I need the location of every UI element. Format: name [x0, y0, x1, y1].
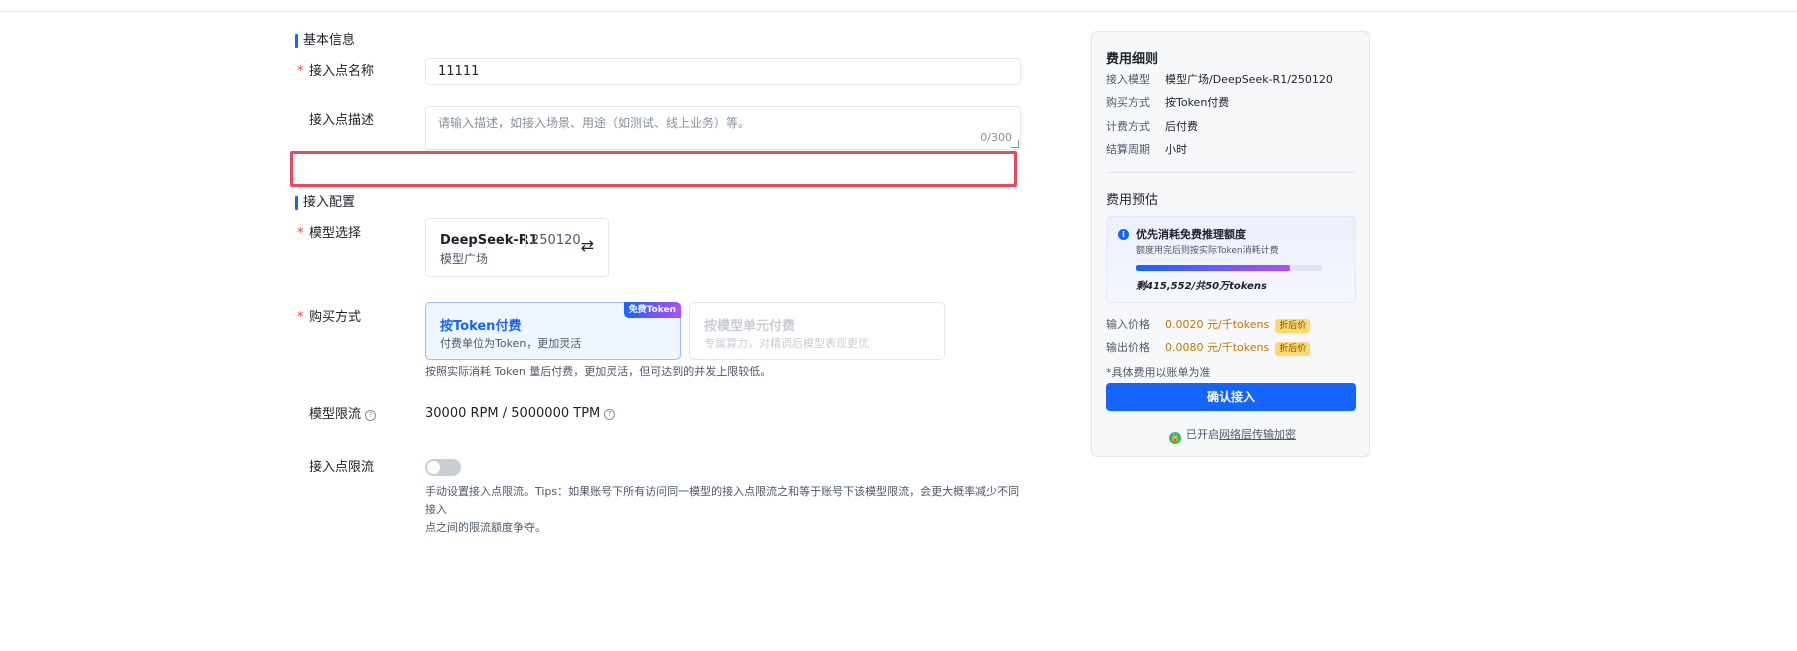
notice-title: 优先消耗免费推理额度: [1136, 228, 1246, 241]
output-price-value: 0.0080 元/千tokens: [1165, 341, 1270, 354]
model-version: 250120: [531, 233, 581, 248]
model-rate-limit-value-row: 30000 RPM / 5000000 TPM?: [425, 406, 616, 421]
fee-row-key: 结算周期: [1106, 143, 1150, 156]
model-name: DeepSeek-R1: [440, 233, 538, 248]
fee-row: 计费方式 后付费: [1106, 120, 1198, 134]
lock-icon: 🔒: [1169, 432, 1181, 444]
top-header-bar: [0, 0, 1797, 12]
notice-desc: 额度用完后则按实际Token消耗计费: [1136, 246, 1279, 256]
endpoint-name-label: 接入点名称: [309, 64, 375, 79]
fee-row-value: 小时: [1165, 143, 1187, 156]
fee-row: 购买方式 按Token付费: [1106, 96, 1229, 110]
input-price-value: 0.0020 元/千tokens: [1165, 318, 1270, 331]
fee-row-value: 后付费: [1165, 120, 1198, 133]
fee-row-key: 接入模型: [1106, 73, 1150, 86]
endpoint-desc-label: 接入点描述: [309, 113, 375, 128]
purchase-option-model-unit[interactable]: 按模型单元付费 专属算力，对精调后模型表现更优: [689, 302, 945, 360]
fee-panel: 费用细则 接入模型 模型广场/DeepSeek-R1/250120 购买方式 按To…: [1091, 31, 1370, 457]
endpoint-rate-limit-label: 接入点限流: [309, 460, 375, 475]
secure-transport-link[interactable]: 网络层传输加密: [1219, 428, 1296, 441]
model-rate-limit-value: 30000 RPM / 5000000 TPM: [425, 406, 601, 421]
endpoint-desc-textarea[interactable]: 请输入描述，如接入场景、用途（如测试、线上业务）等。 0/300: [425, 106, 1021, 150]
model-source: 模型广场: [440, 252, 489, 266]
option-desc: 专属算力，对精调后模型表现更优: [704, 337, 869, 350]
discount-tag: 折后价: [1275, 319, 1311, 333]
required-mark: *: [297, 226, 304, 241]
fee-detail-title: 费用细则: [1106, 52, 1159, 67]
purchase-option-token[interactable]: 按Token付费 付费单位为Token，更加灵活 免费Token: [425, 302, 681, 360]
desc-char-counter: 0/300: [980, 131, 1012, 144]
model-select-card[interactable]: DeepSeek-R1 250120 模型广场 ⇄: [425, 218, 609, 277]
endpoint-rate-limit-hint: 手动设置接入点限流。Tips：如果账号下所有访问同一模型的接入点限流之和等于账号…: [425, 483, 1025, 537]
purchase-hint: 按照实际消耗 Token 量后付费，更加灵活，但可达到的并发上限较低。: [425, 365, 772, 378]
secure-transport-row: 🔒 已开启网络层传输加密: [1169, 426, 1296, 444]
model-rate-limit-label: 模型限流: [309, 407, 362, 422]
resize-handle-icon[interactable]: [1011, 140, 1019, 148]
fee-estimate-title: 费用预估: [1106, 193, 1159, 208]
endpoint-rate-limit-toggle[interactable]: [425, 459, 461, 476]
input-price-label: 输入价格: [1106, 318, 1150, 331]
free-quota-notice: i 优先消耗免费推理额度 额度用完后则按实际Token消耗计费 剩415,552…: [1106, 216, 1356, 303]
hint-line: 手动设置接入点限流。Tips：如果账号下所有访问同一模型的接入点限流之和等于账号…: [425, 485, 1020, 516]
confirm-endpoint-button[interactable]: 确认接入: [1106, 383, 1356, 411]
quota-progress-fill: [1136, 265, 1291, 271]
option-desc: 付费单位为Token，更加灵活: [440, 337, 582, 350]
purchase-method-label: 购买方式: [309, 310, 362, 325]
highlight-box: [290, 151, 1017, 187]
divider: [1106, 172, 1355, 173]
help-icon[interactable]: ?: [604, 409, 616, 420]
swap-icon[interactable]: ⇄: [581, 238, 594, 254]
input-price-row: 输入价格 0.0020 元/千tokens 折后价: [1106, 317, 1311, 333]
required-mark: *: [297, 64, 304, 79]
output-price-label: 输出价格: [1106, 341, 1150, 354]
hint-line: 点之间的限流额度争夺。: [425, 521, 546, 534]
section-endpoint-config: 接入配置: [295, 195, 355, 211]
fee-row: 接入模型 模型广场/DeepSeek-R1/250120: [1106, 73, 1333, 87]
endpoint-name-input[interactable]: 11111: [425, 58, 1021, 85]
output-price-row: 输出价格 0.0080 元/千tokens 折后价: [1106, 340, 1311, 356]
desc-placeholder: 请输入描述，如接入场景、用途（如测试、线上业务）等。: [438, 116, 751, 130]
fee-row-key: 购买方式: [1106, 96, 1150, 109]
quota-remaining-text: 剩415,552/共50万tokens: [1136, 281, 1267, 292]
fee-row-key: 计费方式: [1106, 120, 1150, 133]
section-basic-info: 基本信息: [295, 33, 355, 49]
required-mark: *: [297, 310, 304, 325]
model-select-label: 模型选择: [309, 226, 362, 241]
fee-row: 结算周期 小时: [1106, 143, 1187, 157]
free-token-badge: 免费Token: [623, 302, 681, 318]
secure-prefix: 已开启: [1186, 428, 1219, 441]
option-title: 按模型单元付费: [704, 319, 796, 334]
quota-progress-bar: [1136, 265, 1322, 271]
fee-row-value: 按Token付费: [1165, 96, 1230, 109]
billing-note: *具体费用以账单为准: [1106, 366, 1211, 379]
discount-tag: 折后价: [1275, 342, 1311, 356]
model-rate-limit-label-row: 模型限流?: [309, 406, 377, 424]
option-title: 按Token付费: [440, 319, 522, 334]
info-icon: i: [1118, 229, 1129, 240]
fee-row-value: 模型广场/DeepSeek-R1/250120: [1165, 73, 1333, 86]
divider: [525, 234, 526, 247]
help-icon[interactable]: ?: [365, 410, 377, 421]
